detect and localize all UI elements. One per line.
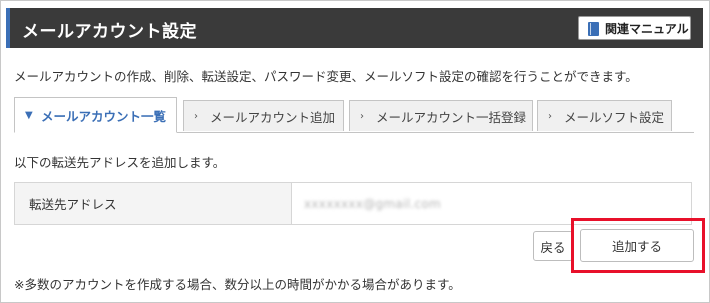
tab-label: メールアカウント一覧 [41, 108, 167, 124]
page-header: メールアカウント設定 関連マニュアル [6, 8, 703, 48]
book-icon [588, 21, 599, 36]
related-manual-label: 関連マニュアル [605, 21, 689, 36]
add-button[interactable]: 追加する [580, 229, 694, 262]
forwarding-address-label: 転送先アドレス [15, 183, 292, 224]
forwarding-address-cell: xxxxxxxx@gmail.com [292, 183, 691, 224]
chevron-down-icon: ▼ [25, 109, 33, 121]
tab-account-bulk-register[interactable]: › メールアカウント一括登録 [349, 100, 533, 131]
back-button[interactable]: 戻る [533, 231, 573, 261]
chevron-right-icon: › [548, 110, 552, 122]
forwarding-address-value: xxxxxxxx@gmail.com [304, 196, 441, 211]
form-instruction: 以下の転送先アドレスを追加します。 [14, 155, 226, 170]
chevron-right-icon: › [194, 110, 198, 122]
tab-label: メールアカウント一括登録 [376, 109, 527, 125]
note-text: ※多数のアカウントを作成する場合、数分以上の時間がかかる場合があります。 [14, 277, 461, 292]
tab-label: メールソフト設定 [564, 109, 665, 125]
tab-label: メールアカウント追加 [210, 109, 336, 125]
tab-account-list[interactable]: ▼ メールアカウント一覧 [14, 97, 177, 133]
tab-bar: ▼ メールアカウント一覧 › メールアカウント追加 › メールアカウント一括登録… [14, 97, 694, 133]
forwarding-form-table: 転送先アドレス xxxxxxxx@gmail.com [14, 182, 692, 225]
tab-account-add[interactable]: › メールアカウント追加 [183, 100, 344, 131]
page-title: メールアカウント設定 [22, 22, 197, 42]
chevron-right-icon: › [360, 110, 364, 122]
related-manual-button[interactable]: 関連マニュアル [578, 16, 691, 40]
page-description: メールアカウントの作成、削除、転送設定、パスワード変更、メールソフト設定の確認を… [14, 69, 638, 84]
tab-mail-software-settings[interactable]: › メールソフト設定 [537, 100, 672, 131]
